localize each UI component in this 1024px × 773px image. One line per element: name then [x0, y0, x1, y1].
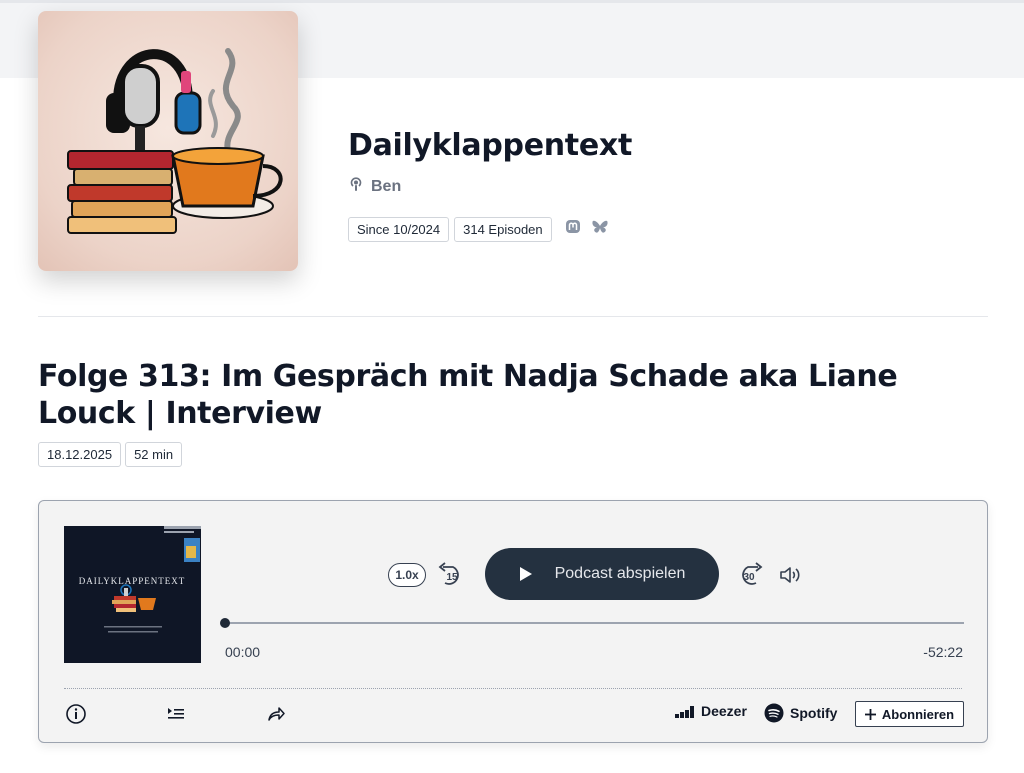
podcast-cover-art: [38, 11, 298, 271]
share-icon[interactable]: [264, 702, 288, 726]
play-button-label: Podcast abspielen: [554, 565, 686, 582]
mastodon-icon[interactable]: [565, 219, 581, 240]
episode-thumbnail: DAILYKLAPPENTEXT: [64, 526, 201, 663]
skip-back-label: 15: [446, 572, 458, 583]
bluesky-icon[interactable]: [591, 219, 609, 240]
volume-icon[interactable]: [778, 563, 804, 587]
skip-back-button[interactable]: 15: [435, 561, 465, 587]
progress-track[interactable]: [224, 622, 964, 624]
play-icon: [519, 567, 532, 581]
episode-date-badge: 18.12.2025: [38, 442, 122, 467]
episode-meta: 18.12.2025 52 min: [38, 442, 183, 467]
episode-title: Folge 313: Im Gespräch mit Nadja Schade …: [38, 359, 898, 431]
remaining-time: -52:22: [923, 644, 963, 660]
episode-duration-badge: 52 min: [125, 442, 183, 467]
subscribe-label: Abonnieren: [881, 706, 955, 722]
spotify-icon: [764, 703, 784, 723]
play-button[interactable]: Podcast abspielen: [485, 548, 719, 600]
thumb-title: DAILYKLAPPENTEXT: [79, 576, 186, 586]
skip-forward-button[interactable]: 30: [736, 561, 766, 587]
playback-speed-button[interactable]: 1.0x: [388, 563, 426, 587]
podcast-player: DAILYKLAPPENTEXT 1.0x 15 Podcast abspiel…: [38, 500, 988, 743]
episode-count-badge: 314 Episoden: [454, 217, 552, 242]
deezer-icon: [675, 706, 694, 718]
section-divider: [38, 316, 988, 317]
author-row: Ben: [348, 176, 401, 197]
deezer-label: Deezer: [701, 703, 747, 719]
podcast-title: Dailyklappentext: [348, 128, 632, 163]
subscribe-button[interactable]: Abonnieren: [855, 701, 964, 727]
spotify-label: Spotify: [790, 705, 838, 721]
player-divider: [64, 688, 962, 689]
social-links: [565, 219, 609, 240]
podcast-meta: Since 10/2024 314 Episoden: [348, 217, 609, 242]
deezer-link[interactable]: Deezer: [675, 703, 747, 719]
spotify-link[interactable]: Spotify: [764, 703, 837, 723]
author-name[interactable]: Ben: [371, 178, 401, 196]
since-badge: Since 10/2024: [348, 217, 450, 242]
progress-handle[interactable]: [220, 618, 230, 628]
chapters-icon[interactable]: [164, 702, 188, 726]
current-time: 00:00: [225, 644, 261, 660]
skip-forward-label: 30: [743, 572, 755, 583]
podcast-icon: [348, 176, 364, 197]
plus-icon: [864, 708, 876, 720]
info-icon[interactable]: [64, 702, 88, 726]
